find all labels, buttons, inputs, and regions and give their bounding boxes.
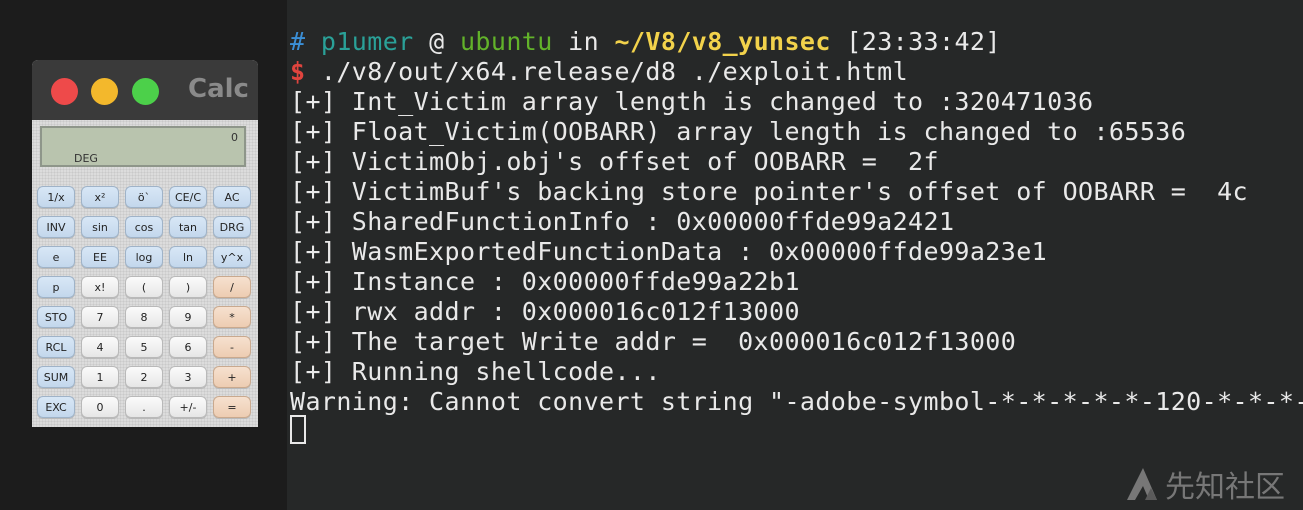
calc-key[interactable]: cos (125, 216, 163, 238)
calc-key[interactable]: 1/x (37, 186, 75, 208)
output-line: [+] Float_Victim(OOBARR) array length is… (290, 117, 1187, 146)
calc-key[interactable]: - (213, 336, 251, 358)
calc-key[interactable]: +/- (169, 396, 207, 418)
calc-key[interactable]: EXC (37, 396, 75, 418)
calc-key[interactable]: STO (37, 306, 75, 328)
xianzhi-logo-icon (1125, 466, 1159, 502)
watermark-text: 先知社区 (1165, 470, 1285, 505)
terminal-window[interactable]: # p1umer @ ubuntu in ~/V8/v8_yunsec [23:… (287, 0, 1303, 510)
calc-key[interactable]: 7 (81, 306, 119, 328)
terminal-cursor (290, 415, 306, 444)
calc-key[interactable]: EE (81, 246, 119, 268)
watermark: 先知社区 (1125, 462, 1285, 506)
calc-key[interactable]: * (213, 306, 251, 328)
calc-key[interactable]: 6 (169, 336, 207, 358)
prompt-host: ubuntu (459, 27, 553, 56)
calc-key[interactable]: 3 (169, 366, 207, 388)
calc-key[interactable]: + (213, 366, 251, 388)
calculator-title: Calc (188, 74, 249, 104)
angle-mode-indicator: DEG (74, 152, 98, 165)
calc-key[interactable]: ) (169, 276, 207, 298)
calc-key[interactable]: SUM (37, 366, 75, 388)
calc-key[interactable]: 1 (81, 366, 119, 388)
command-text: ./v8/out/x64.release/d8 ./exploit.html (320, 57, 909, 86)
output-line: [+] The target Write addr = 0x000016c012… (290, 327, 1017, 356)
calc-key[interactable]: DRG (213, 216, 251, 238)
output-line: [+] Running shellcode... (290, 357, 661, 386)
calculator-body: 0 DEG 1/x x² ö` CE/C AC INV sin cos tan DRG e EE log… (32, 120, 258, 427)
calc-key[interactable]: / (213, 276, 251, 298)
maximize-window-button[interactable] (132, 78, 159, 105)
display-value: 0 (231, 131, 238, 144)
calc-key[interactable]: x² (81, 186, 119, 208)
calc-key[interactable]: e (37, 246, 75, 268)
calc-key[interactable]: CE/C (169, 186, 207, 208)
prompt-user: p1umer (320, 27, 414, 56)
calc-key[interactable]: . (125, 396, 163, 418)
prompt-hash: # (290, 27, 306, 56)
prompt-path: ~/V8/v8_yunsec (614, 27, 831, 56)
calc-key[interactable]: 4 (81, 336, 119, 358)
calc-key[interactable]: INV (37, 216, 75, 238)
output-line: [+] Instance : 0x00000ffde99a22b1 (290, 267, 800, 296)
prompt-at: @ (429, 27, 445, 56)
calculator-display: 0 DEG (40, 126, 246, 167)
calc-key[interactable]: RCL (37, 336, 75, 358)
prompt-dollar: $ (290, 57, 306, 86)
calc-key[interactable]: 2 (125, 366, 163, 388)
output-line: [+] rwx addr : 0x000016c012f13000 (290, 297, 800, 326)
prompt-in: in (568, 27, 600, 56)
calc-key[interactable]: ( (125, 276, 163, 298)
calc-key[interactable]: AC (213, 186, 251, 208)
calc-key[interactable]: 8 (125, 306, 163, 328)
calc-key[interactable]: log (125, 246, 163, 268)
calculator-titlebar[interactable]: Calc (32, 60, 258, 120)
calc-key[interactable]: ln (169, 246, 207, 268)
calc-key[interactable]: = (213, 396, 251, 418)
prompt-time: [23:33:42] (846, 27, 1001, 56)
calc-key[interactable]: 0 (81, 396, 119, 418)
calc-key[interactable]: y^x (213, 246, 251, 268)
calc-key[interactable]: tan (169, 216, 207, 238)
output-line: [+] VictimBuf's backing store pointer's … (290, 177, 1248, 206)
calc-key[interactable]: 5 (125, 336, 163, 358)
calc-key[interactable]: p (37, 276, 75, 298)
calc-key[interactable]: x! (81, 276, 119, 298)
output-line: Warning: Cannot convert string "-adobe-s… (290, 387, 1303, 416)
calc-key[interactable]: 9 (169, 306, 207, 328)
prompt-line: # p1umer @ ubuntu in ~/V8/v8_yunsec [23:… (290, 27, 1001, 57)
output-line: [+] VictimObj.obj's offset of OOBARR = 2… (290, 147, 939, 176)
output-line: [+] WasmExportedFunctionData : 0x00000ff… (290, 237, 1048, 266)
output-line: [+] Int_Victim array length is changed t… (290, 87, 1094, 116)
calc-key[interactable]: ö` (125, 186, 163, 208)
output-line: [+] SharedFunctionInfo : 0x00000ffde99a2… (290, 207, 955, 236)
close-window-button[interactable] (51, 78, 78, 105)
calculator-window: Calc 0 DEG 1/x x² ö` CE/C AC INV sin cos tan DRG e… (32, 60, 258, 427)
minimize-window-button[interactable] (91, 78, 118, 105)
command-line: $ ./v8/out/x64.release/d8 ./exploit.html (290, 57, 908, 87)
calc-key[interactable]: sin (81, 216, 119, 238)
